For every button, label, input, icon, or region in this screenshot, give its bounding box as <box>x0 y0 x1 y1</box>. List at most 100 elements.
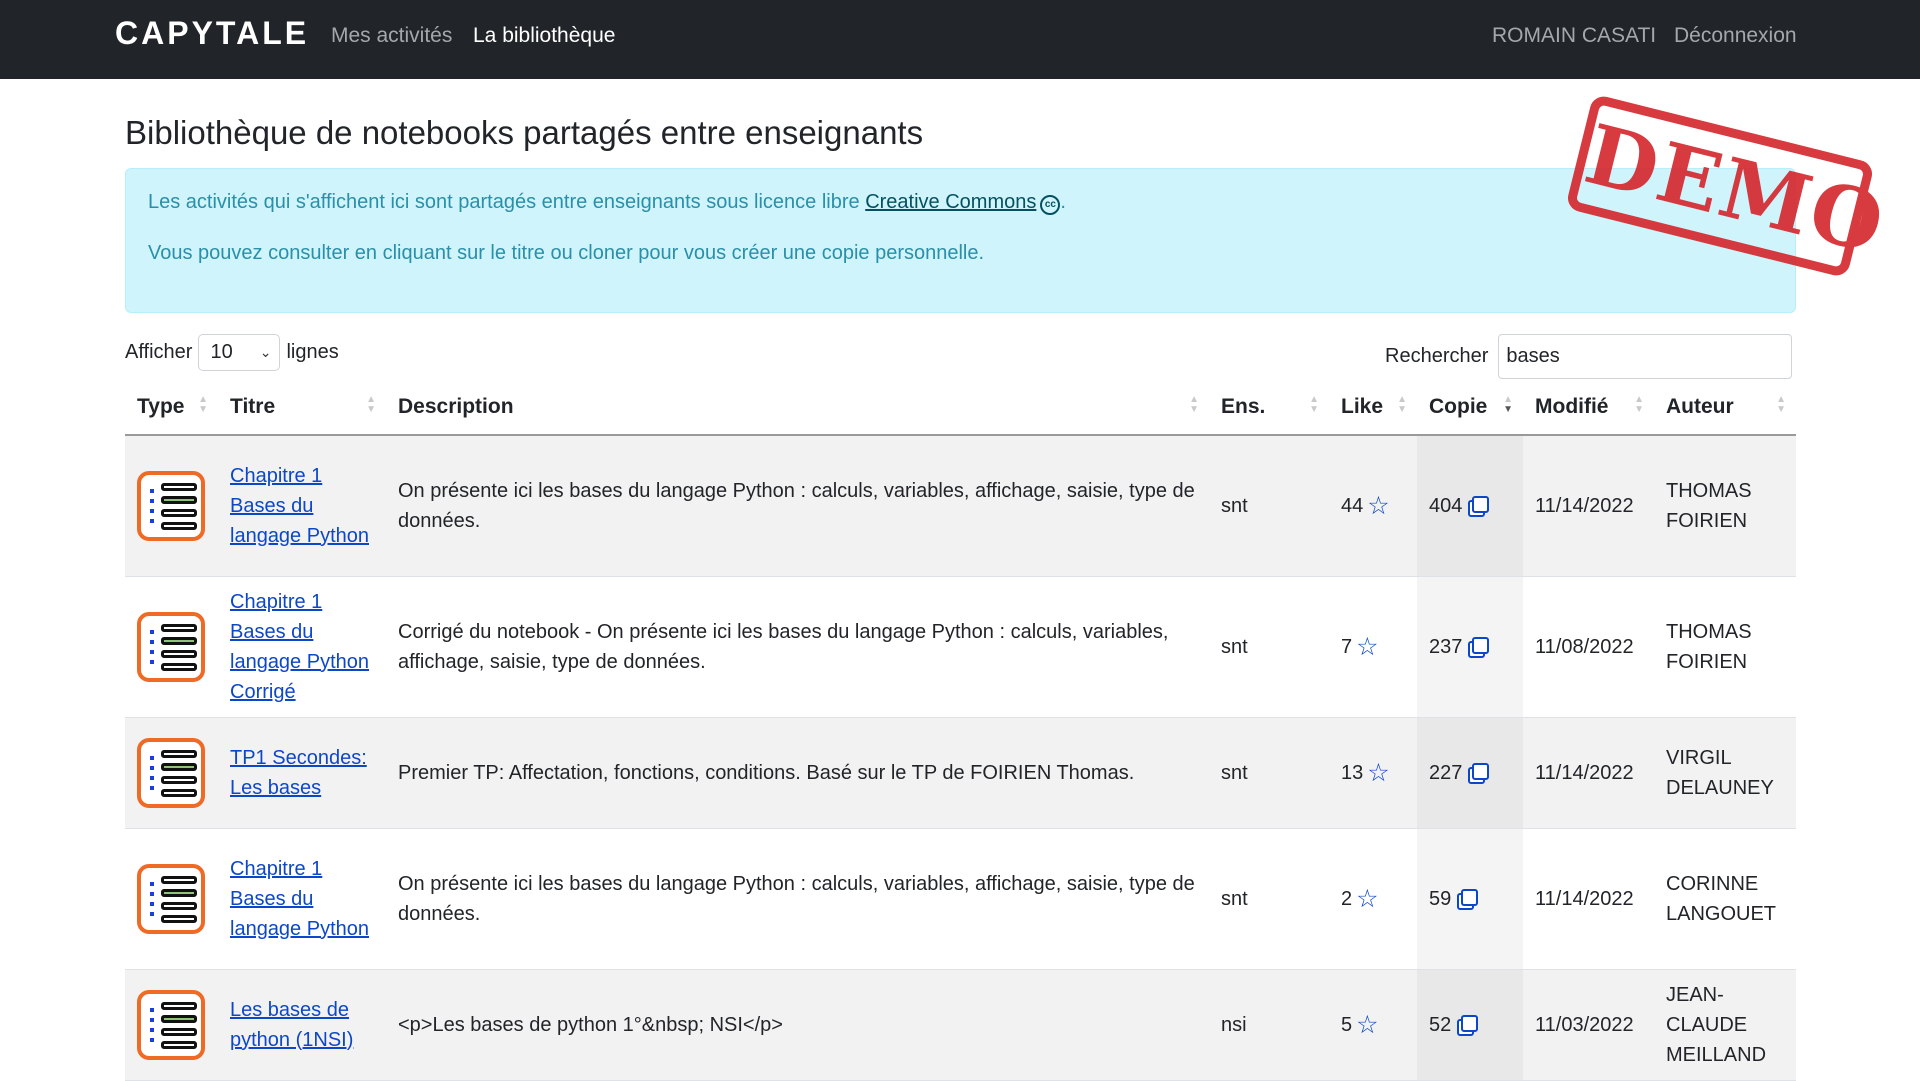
copy-count: 404 <box>1429 494 1463 517</box>
description-cell: Premier TP: Affectation, fonctions, cond… <box>386 717 1209 829</box>
info-alert: Les activités qui s'affichent ici sont p… <box>125 168 1796 313</box>
header-ens-label: Ens. <box>1221 394 1266 418</box>
copy-icon[interactable] <box>1468 495 1490 517</box>
modifie-cell: 11/08/2022 <box>1523 576 1654 718</box>
title-link[interactable]: TP1 Secondes: Les bases <box>230 747 367 799</box>
sort-arrows-icon: ▲ ▼ <box>1309 394 1319 415</box>
header-ens[interactable]: Ens. ▲ ▼ <box>1209 379 1329 436</box>
page-length-select[interactable]: 10 ⌄ <box>198 334 281 371</box>
like-cell: 13 ☆ <box>1329 717 1417 829</box>
header-copie-label: Copie <box>1429 394 1488 418</box>
rows-label: lignes <box>286 341 339 363</box>
star-icon[interactable]: ☆ <box>1367 491 1389 521</box>
title-link[interactable]: Les bases de python (1NSI) <box>230 999 353 1051</box>
creative-commons-icon: cc <box>1040 195 1061 215</box>
sort-arrows-icon: ▲ ▼ <box>198 394 208 415</box>
modifie-cell: 11/14/2022 <box>1523 828 1654 970</box>
description-cell: On présente ici les bases du langage Pyt… <box>386 828 1209 970</box>
copy-icon[interactable] <box>1468 636 1490 658</box>
notebook-icon <box>137 737 205 808</box>
table-row: Chapitre 1 Bases du langage Python On pr… <box>125 435 1796 577</box>
table-row: TP1 Secondes: Les bases Premier TP: Affe… <box>125 717 1796 829</box>
copy-count: 237 <box>1429 635 1463 658</box>
search-control: Rechercher <box>1385 334 1793 379</box>
notebook-icon <box>137 989 205 1060</box>
modifie-cell: 11/14/2022 <box>1523 435 1654 577</box>
modifie-cell: 11/14/2022 <box>1523 717 1654 829</box>
page-length-control: Afficher 10 ⌄ lignes <box>125 334 339 371</box>
chevron-down-icon: ⌄ <box>259 344 272 360</box>
alert-line-help: Vous pouvez consulter en cliquant sur le… <box>148 242 985 264</box>
star-icon[interactable]: ☆ <box>1356 884 1378 914</box>
auteur-cell: JEAN-CLAUDE MEILLAND <box>1654 969 1796 1081</box>
title-link[interactable]: Chapitre 1 Bases du langage Python <box>230 858 369 940</box>
title-cell: Les bases de python (1NSI) <box>218 969 386 1081</box>
auteur-cell: THOMAS FOIRIEN <box>1654 435 1796 577</box>
header-like[interactable]: Like ▲ ▼ <box>1329 379 1417 436</box>
nav-mes-activites[interactable]: Mes activités <box>331 24 452 48</box>
header-modifie-label: Modifié <box>1535 394 1609 418</box>
star-icon[interactable]: ☆ <box>1367 758 1389 788</box>
title-cell: TP1 Secondes: Les bases <box>218 717 386 829</box>
copy-icon[interactable] <box>1457 1014 1479 1036</box>
notebook-icon <box>137 863 205 934</box>
search-input[interactable] <box>1498 334 1793 379</box>
creative-commons-link[interactable]: Creative Commons cc <box>865 191 1061 215</box>
nav-user-name[interactable]: ROMAIN CASATI <box>1492 24 1656 48</box>
copie-cell: 404 <box>1417 435 1523 577</box>
type-cell <box>125 435 218 577</box>
description-cell: <p>Les bases de python 1°&nbsp; NSI</p> <box>386 969 1209 1081</box>
header-description[interactable]: Description ▲ ▼ <box>386 379 1209 436</box>
copy-icon[interactable] <box>1457 888 1479 910</box>
star-icon[interactable]: ☆ <box>1356 1010 1378 1040</box>
type-cell <box>125 969 218 1081</box>
copie-cell: 59 <box>1417 828 1523 970</box>
header-titre[interactable]: Titre ▲ ▼ <box>218 379 386 436</box>
sort-arrows-icon: ▲ ▼ <box>1634 394 1644 415</box>
alert-license-suffix: . <box>1060 191 1066 213</box>
header-auteur[interactable]: Auteur ▲ ▼ <box>1654 379 1796 436</box>
notebook-icon <box>137 470 205 541</box>
table-row: Les bases de python (1NSI) <p>Les bases … <box>125 969 1796 1081</box>
table-row: Chapitre 1 Bases du langage Python Corri… <box>125 576 1796 718</box>
header-type[interactable]: Type ▲ ▼ <box>125 379 218 436</box>
copie-cell: 52 <box>1417 969 1523 1081</box>
table-row: Chapitre 1 Bases du langage Python On pr… <box>125 828 1796 970</box>
like-count: 5 <box>1341 1013 1353 1036</box>
description-cell: Corrigé du notebook - On présente ici le… <box>386 576 1209 718</box>
notebook-icon <box>137 611 205 682</box>
copie-cell: 227 <box>1417 717 1523 829</box>
page-length-value: 10 <box>210 341 233 363</box>
library-table: Type ▲ ▼ Titre ▲ ▼ Description ▲ ▼ Ens. ▲ ▼ Like… <box>125 379 1796 1081</box>
sort-arrows-icon: ▲ ▼ <box>1189 394 1199 415</box>
copy-count: 227 <box>1429 761 1463 784</box>
header-modifie[interactable]: Modifié ▲ ▼ <box>1523 379 1654 436</box>
ens-cell: snt <box>1209 828 1329 970</box>
ens-cell: nsi <box>1209 969 1329 1081</box>
table-header-row: Type ▲ ▼ Titre ▲ ▼ Description ▲ ▼ Ens. ▲ ▼ Like… <box>125 379 1796 436</box>
like-count: 7 <box>1341 635 1353 658</box>
creative-commons-label: Creative Commons <box>865 191 1037 213</box>
sort-arrows-icon: ▲ ▼ <box>1503 394 1513 415</box>
star-icon[interactable]: ☆ <box>1356 632 1378 662</box>
sort-arrows-icon: ▲ ▼ <box>1397 394 1407 415</box>
type-cell <box>125 576 218 718</box>
logout-link[interactable]: Déconnexion <box>1674 24 1797 48</box>
like-cell: 7 ☆ <box>1329 576 1417 718</box>
ens-cell: snt <box>1209 576 1329 718</box>
like-count: 2 <box>1341 887 1353 910</box>
brand-logo[interactable]: CAPYTALE <box>115 15 309 52</box>
auteur-cell: VIRGIL DELAUNEY <box>1654 717 1796 829</box>
ens-cell: snt <box>1209 435 1329 577</box>
nav-la-bibliotheque[interactable]: La bibliothèque <box>473 24 615 48</box>
sort-arrows-icon: ▲ ▼ <box>1776 394 1786 415</box>
header-titre-label: Titre <box>230 394 276 418</box>
copy-icon[interactable] <box>1468 762 1490 784</box>
ens-cell: snt <box>1209 717 1329 829</box>
title-link[interactable]: Chapitre 1 Bases du langage Python <box>230 465 369 547</box>
title-link[interactable]: Chapitre 1 Bases du langage Python Corri… <box>230 591 369 703</box>
sort-arrows-icon: ▲ ▼ <box>366 394 376 415</box>
like-cell: 5 ☆ <box>1329 969 1417 1081</box>
top-navbar: CAPYTALE Mes activités La bibliothèque R… <box>0 0 1920 79</box>
header-copie[interactable]: Copie ▲ ▼ <box>1417 379 1523 436</box>
